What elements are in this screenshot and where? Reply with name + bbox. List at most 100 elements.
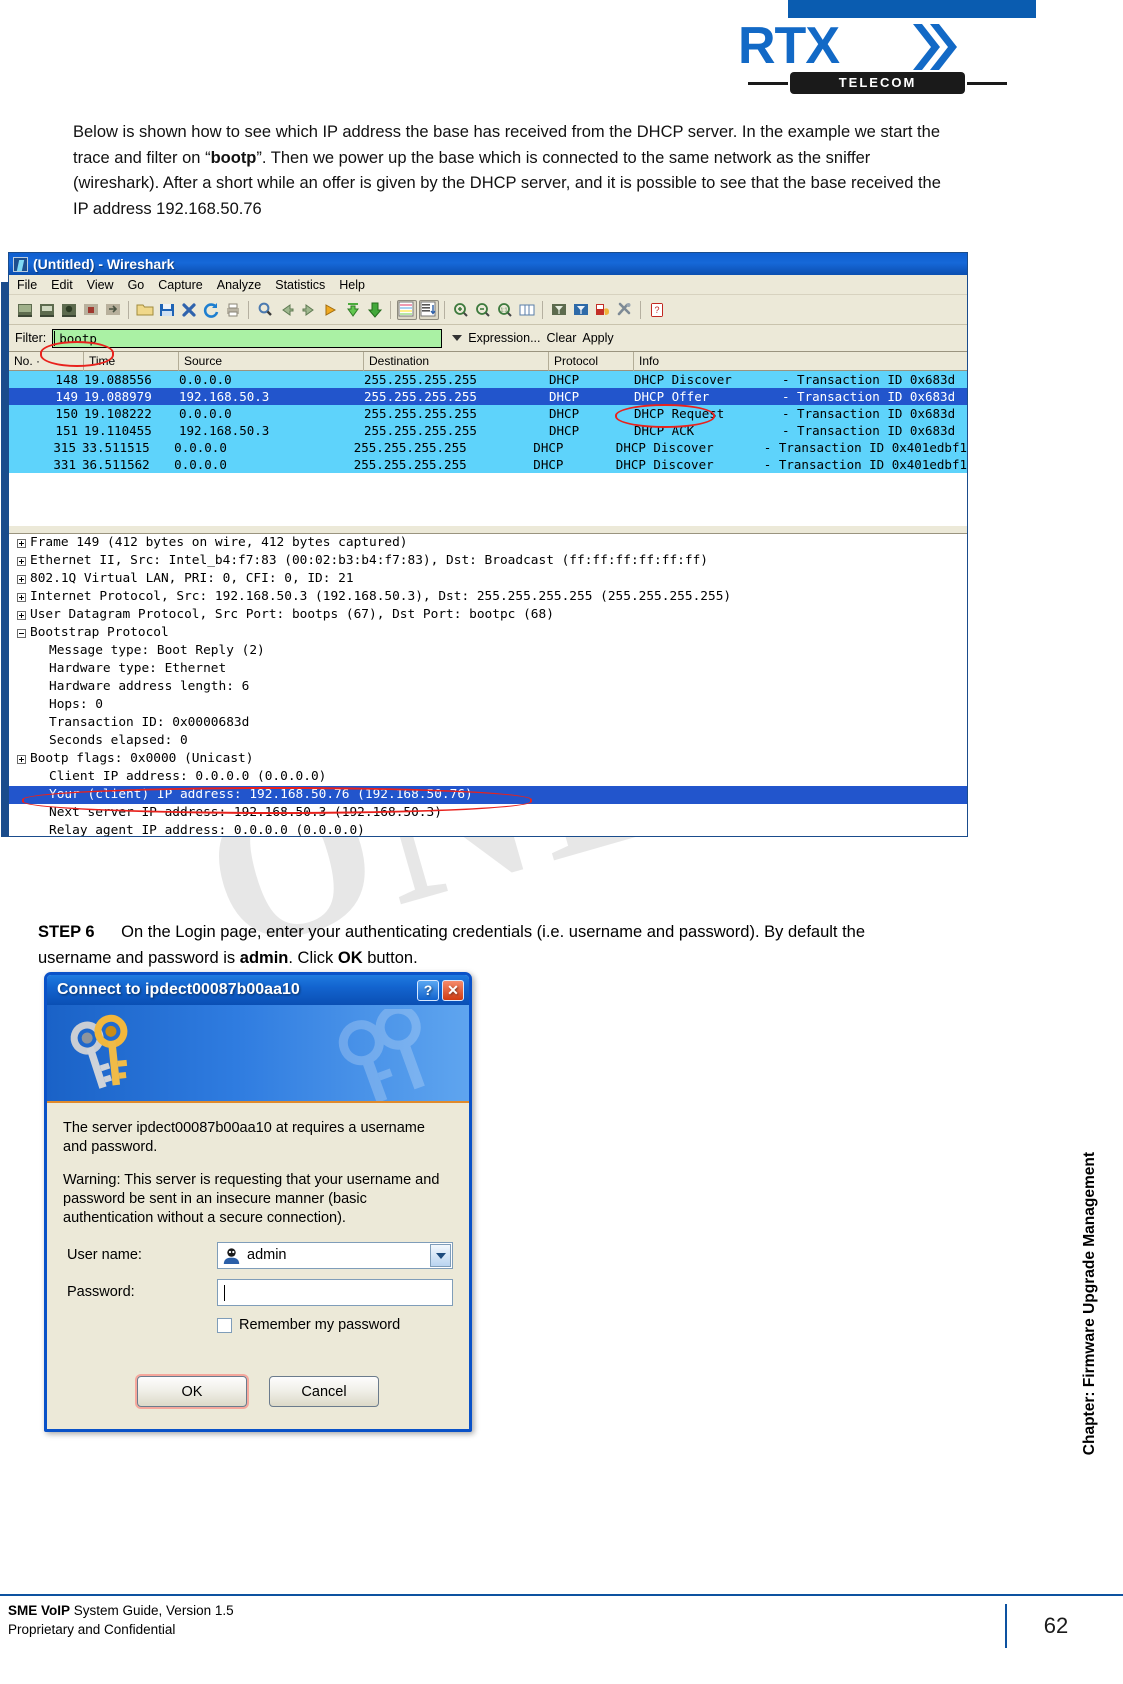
cancel-button[interactable]: Cancel (269, 1376, 379, 1407)
go-to-packet-icon[interactable] (321, 300, 341, 320)
detail-row[interactable]: Next server IP address: 192.168.50.3 (19… (9, 804, 967, 822)
expand-icon[interactable] (17, 556, 26, 566)
detail-row[interactable]: Transaction ID: 0x0000683d (9, 714, 967, 732)
capture-filters-icon[interactable] (549, 300, 569, 320)
detail-text: Seconds elapsed: 0 (49, 733, 188, 748)
menu-analyze[interactable]: Analyze (217, 278, 261, 292)
detail-row[interactable]: Ethernet II, Src: Intel_b4:f7:83 (00:02:… (9, 552, 967, 570)
column-header-protocol[interactable]: Protocol (549, 351, 634, 371)
filter-clear-button[interactable]: Clear (547, 331, 577, 345)
column-header-time[interactable]: Time (84, 351, 179, 371)
expand-icon[interactable] (17, 574, 26, 584)
zoom-normal-icon[interactable]: 1:1 (495, 300, 515, 320)
packet-info-name: DHCP Discover (634, 372, 732, 387)
toolbar-separator-5 (539, 300, 547, 320)
detail-row[interactable]: Message type: Boot Reply (2) (9, 642, 967, 660)
menu-file[interactable]: File (17, 278, 37, 292)
close-file-icon[interactable] (179, 300, 199, 320)
page-number: 62 (1005, 1604, 1105, 1648)
packet-info: DHCP Discover - Transaction ID 0x401edbf1 (616, 439, 967, 456)
go-last-packet-icon[interactable] (365, 300, 385, 320)
packet-no: 148 (55, 372, 78, 387)
filter-expression-button[interactable]: Expression... (468, 331, 540, 345)
expand-icon[interactable] (17, 538, 26, 548)
menu-edit[interactable]: Edit (51, 278, 73, 292)
display-filters-icon[interactable] (571, 300, 591, 320)
menu-capture[interactable]: Capture (158, 278, 202, 292)
detail-row[interactable]: Bootstrap Protocol (9, 624, 967, 642)
detail-row-selected[interactable]: Your (client) IP address: 192.168.50.76 … (9, 786, 967, 804)
go-forward-icon[interactable] (299, 300, 319, 320)
resize-columns-icon[interactable] (517, 300, 537, 320)
interfaces-icon[interactable] (15, 300, 35, 320)
ok-button[interactable]: OK (137, 1376, 247, 1407)
detail-row[interactable]: Seconds elapsed: 0 (9, 732, 967, 750)
packet-list-header[interactable]: No. · Time Source Destination Protocol I… (9, 351, 967, 371)
filter-history-dropdown-icon[interactable] (452, 335, 463, 341)
wireshark-toolbar[interactable]: 1:1 ? (9, 295, 967, 325)
print-icon[interactable] (223, 300, 243, 320)
table-row[interactable]: 148 19.088556 0.0.0.0 255.255.255.255 DH… (9, 371, 967, 388)
find-packet-icon[interactable] (255, 300, 275, 320)
detail-row[interactable]: User Datagram Protocol, Src Port: bootps… (9, 606, 967, 624)
menu-help[interactable]: Help (339, 278, 365, 292)
stop-capture-icon[interactable] (81, 300, 101, 320)
reload-icon[interactable] (201, 300, 221, 320)
preferences-icon[interactable] (615, 300, 635, 320)
detail-row[interactable]: Internet Protocol, Src: 192.168.50.3 (19… (9, 588, 967, 606)
filter-apply-button[interactable]: Apply (582, 331, 613, 345)
column-header-destination[interactable]: Destination (364, 351, 549, 371)
detail-row[interactable]: Bootp flags: 0x0000 (Unicast) (9, 750, 967, 768)
pane-splitter[interactable] (9, 525, 967, 534)
column-header-no[interactable]: No. · (9, 351, 84, 371)
help-icon[interactable]: ? (647, 300, 667, 320)
remember-password-checkbox[interactable] (217, 1318, 232, 1333)
help-icon[interactable]: ? (417, 979, 439, 1001)
expand-icon[interactable] (17, 754, 26, 764)
detail-row[interactable]: Hops: 0 (9, 696, 967, 714)
table-row[interactable]: 331 36.511562 0.0.0.0 255.255.255.255 DH… (9, 456, 967, 473)
table-row[interactable]: 315 33.511515 0.0.0.0 255.255.255.255 DH… (9, 439, 967, 456)
go-back-icon[interactable] (277, 300, 297, 320)
start-capture-icon[interactable] (59, 300, 79, 320)
menu-statistics[interactable]: Statistics (275, 278, 325, 292)
username-field[interactable]: admin (217, 1242, 453, 1269)
save-file-icon[interactable] (157, 300, 177, 320)
detail-row[interactable]: Frame 149 (412 bytes on wire, 412 bytes … (9, 534, 967, 552)
chevron-down-icon[interactable] (430, 1244, 451, 1267)
detail-row[interactable]: 802.1Q Virtual LAN, PRI: 0, CFI: 0, ID: … (9, 570, 967, 588)
table-row[interactable]: 150 19.108222 0.0.0.0 255.255.255.255 DH… (9, 405, 967, 422)
collapse-icon[interactable] (17, 628, 26, 638)
wireshark-menubar[interactable]: File Edit View Go Capture Analyze Statis… (9, 275, 967, 295)
detail-text: Client IP address: 0.0.0.0 (0.0.0.0) (49, 769, 327, 784)
open-file-icon[interactable] (135, 300, 155, 320)
menu-view[interactable]: View (87, 278, 114, 292)
detail-row[interactable]: Hardware type: Ethernet (9, 660, 967, 678)
packet-details-pane[interactable]: Frame 149 (412 bytes on wire, 412 bytes … (9, 534, 967, 836)
auto-scroll-icon[interactable] (419, 299, 439, 320)
wireshark-filter-bar[interactable]: Filter: bootp Expression... Clear Apply (9, 325, 967, 351)
packet-list-pane[interactable]: No. · Time Source Destination Protocol I… (9, 351, 967, 525)
coloring-rules-icon[interactable] (593, 300, 613, 320)
detail-row[interactable]: Client IP address: 0.0.0.0 (0.0.0.0) (9, 768, 967, 786)
expand-icon[interactable] (17, 592, 26, 602)
zoom-in-icon[interactable] (451, 300, 471, 320)
detail-row[interactable]: Relay agent IP address: 0.0.0.0 (0.0.0.0… (9, 822, 967, 836)
capture-options-icon[interactable] (37, 300, 57, 320)
detail-text: Message type: Boot Reply (2) (49, 643, 265, 658)
colorize-packet-list-icon[interactable] (397, 299, 417, 320)
column-header-source[interactable]: Source (179, 351, 364, 371)
password-field[interactable] (217, 1279, 453, 1306)
zoom-out-icon[interactable] (473, 300, 493, 320)
table-row[interactable]: 149 19.088979 192.168.50.3 255.255.255.2… (9, 388, 967, 405)
restart-capture-icon[interactable] (103, 300, 123, 320)
filter-input[interactable]: bootp (52, 328, 443, 348)
remember-password-row[interactable]: Remember my password (217, 1316, 453, 1335)
close-icon[interactable]: ✕ (442, 979, 464, 1001)
detail-row[interactable]: Hardware address length: 6 (9, 678, 967, 696)
expand-icon[interactable] (17, 610, 26, 620)
go-first-packet-icon[interactable] (343, 300, 363, 320)
table-row[interactable]: 151 19.110455 192.168.50.3 255.255.255.2… (9, 422, 967, 439)
column-header-info[interactable]: Info (634, 352, 967, 371)
menu-go[interactable]: Go (128, 278, 145, 292)
